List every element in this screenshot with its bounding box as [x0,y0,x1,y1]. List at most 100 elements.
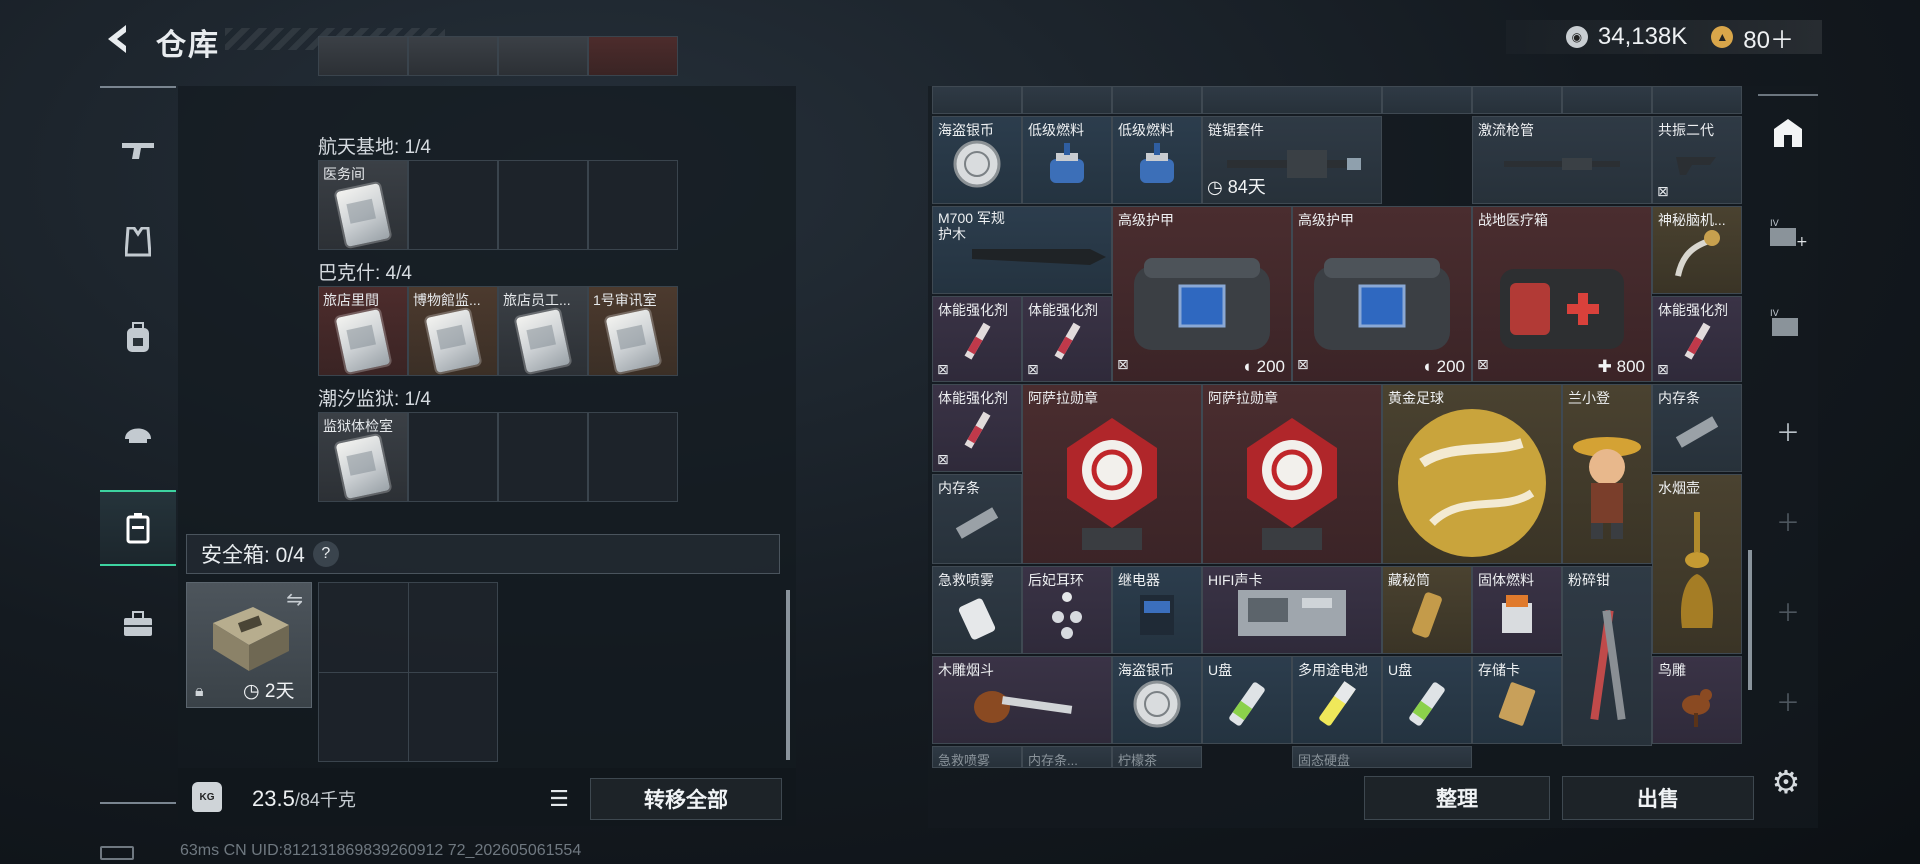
inventory-item[interactable]: 体能强化剂 ⊠ [932,384,1022,472]
inventory-item[interactable]: 粉碎钳 [1562,566,1652,746]
inventory-scrollbar[interactable] [1748,550,1752,690]
inventory-item[interactable]: 低级燃料 [1022,116,1112,204]
backpack-icon[interactable] [100,300,176,376]
inventory-item[interactable]: 阿萨拉勋章 [1202,384,1382,564]
inventory-item[interactable]: 多用途电池 [1292,656,1382,744]
storage-cell[interactable] [318,36,408,76]
inventory-item[interactable] [1652,86,1742,114]
sell-button[interactable]: 出售 [1562,776,1754,820]
inventory-item[interactable]: 海盗银币 [932,116,1022,204]
inventory-item[interactable]: 固态硬盘 [1292,746,1472,768]
inventory-item[interactable]: 阿萨拉勋章 [1022,384,1202,564]
add-tab-icon[interactable]: ＋ [1758,392,1818,468]
inventory-item[interactable]: 急救喷雾 [932,746,1022,768]
empty-slot[interactable] [408,412,498,502]
gold-balance[interactable]: 80＋ [1743,20,1794,55]
helmet-icon[interactable] [100,394,176,470]
empty-slot[interactable] [588,412,678,502]
add-tab-icon[interactable]: ＋ [1758,572,1818,648]
storage-cell[interactable] [588,36,678,76]
inventory-item[interactable]: HIFI声卡 [1202,566,1382,654]
inventory-item[interactable]: 链锯套件 ◷ 84天 [1202,116,1382,204]
swap-icon[interactable]: ⇋ [286,587,303,612]
inventory-item[interactable] [1202,86,1382,114]
inventory-item[interactable]: 柠檬茶 [1112,746,1202,768]
keycard-slot[interactable]: 旅店员工... [498,286,588,376]
left-scrollbar[interactable] [786,590,790,760]
inventory-item[interactable] [1022,86,1112,114]
inventory-item[interactable]: 后妃耳环 [1022,566,1112,654]
inventory-item[interactable]: 低级燃料 [1112,116,1202,204]
keycard-icon [335,309,391,373]
inventory-item[interactable]: 体能强化剂 ⊠ [932,296,1022,382]
safe-box-grid[interactable] [318,582,498,762]
keycard-slot[interactable]: 监狱体检室 [318,412,408,502]
help-icon[interactable]: ? [312,541,339,567]
inventory-item[interactable]: 战地医疗箱 ✚ 800 ⊠ [1472,206,1652,382]
keycard-slot[interactable]: 1号审讯室 [588,286,678,376]
inventory-item[interactable]: 内存条... [1022,746,1112,768]
empty-slot[interactable] [498,412,588,502]
keycard-slot[interactable]: 医务间 [318,160,408,250]
inventory-item[interactable]: 共振二代 ⊠ [1652,116,1742,204]
inventory-item[interactable] [1112,86,1202,114]
inventory-item[interactable]: 高级护甲 ◖ 200 ⊠ [1292,206,1472,382]
sort-button[interactable]: 整理 [1364,776,1550,820]
battery-icon [100,846,134,860]
add-tab-icon[interactable]: ＋ [1758,662,1818,738]
empty-slot[interactable] [588,160,678,250]
list-view-icon[interactable]: ☰ [542,784,576,814]
inventory-item[interactable]: U盘 [1202,656,1292,744]
storage-folder-icon[interactable]: IV [1758,286,1818,362]
inventory-item[interactable]: 神秘脑机... [1652,206,1742,294]
inventory-item[interactable] [1562,86,1652,114]
armor-vest-icon[interactable] [100,204,176,280]
inventory-item[interactable]: 藏秘筒 [1382,566,1472,654]
container-label-bakesh: 巴克什: 4/4 [318,263,412,284]
silver-coin-icon [953,140,1001,188]
inventory-item[interactable]: 体能强化剂 ⊠ [1652,296,1742,382]
item-name: 内存条 [938,480,980,496]
transfer-all-button[interactable]: 转移全部 [590,778,782,820]
inventory-item[interactable]: 黄金足球 [1382,384,1562,564]
empty-slot[interactable] [408,160,498,250]
inventory-item[interactable]: 存储卡 [1472,656,1562,744]
inventory-item[interactable]: 继电器 [1112,566,1202,654]
usb-drive-icon [1409,682,1445,726]
briefcase-icon[interactable] [100,586,176,662]
expand-storage-icon[interactable]: IV + [1758,196,1818,272]
keycard-slot[interactable]: 旅店里間 [318,286,408,376]
inventory-item[interactable]: 激流枪管 [1472,116,1652,204]
inventory-item[interactable] [1472,86,1562,114]
inventory-item[interactable] [932,86,1022,114]
inventory-item[interactable]: 兰小登 [1562,384,1652,564]
keycard-slot[interactable]: 博物館监... [408,286,498,376]
case-icon[interactable] [100,490,176,566]
weapon-icon[interactable] [100,112,176,188]
storage-home-tab[interactable] [1758,94,1818,170]
inventory-item[interactable] [1382,86,1472,114]
wooden-pipe-icon [974,691,1073,724]
inventory-item[interactable]: M700 军规护木 [932,206,1112,294]
inventory-item[interactable]: 鸟雕 [1652,656,1742,744]
empty-slot[interactable] [498,160,588,250]
container-label-aerospace: 航天基地: 1/4 [318,137,431,158]
inventory-item[interactable]: 水烟壶 [1652,474,1742,654]
inventory-item[interactable]: 内存条 [932,474,1022,564]
inventory-item[interactable]: 内存条 [1652,384,1742,472]
back-button[interactable] [98,18,136,60]
clock-icon: ◷ [243,681,260,702]
inventory-item[interactable]: 海盗银币 [1112,656,1202,744]
golden-football-icon [1398,408,1546,557]
inventory-item[interactable]: 高级护甲 ◖ 200 ⊠ [1112,206,1292,382]
inventory-item[interactable]: 固体燃料 [1472,566,1562,654]
settings-gear-icon[interactable]: ⚙ [1766,762,1806,802]
storage-cell[interactable] [408,36,498,76]
inventory-item[interactable]: 急救喷雾 [932,566,1022,654]
inventory-item[interactable]: 体能强化剂 ⊠ [1022,296,1112,382]
safe-box-slot[interactable]: ⇋ 🔒︎ ◷ 2天 [186,582,312,708]
storage-cell[interactable] [498,36,588,76]
add-tab-icon[interactable]: ＋ [1758,482,1818,558]
inventory-item[interactable]: U盘 [1382,656,1472,744]
inventory-item[interactable]: 木雕烟斗 [932,656,1112,744]
